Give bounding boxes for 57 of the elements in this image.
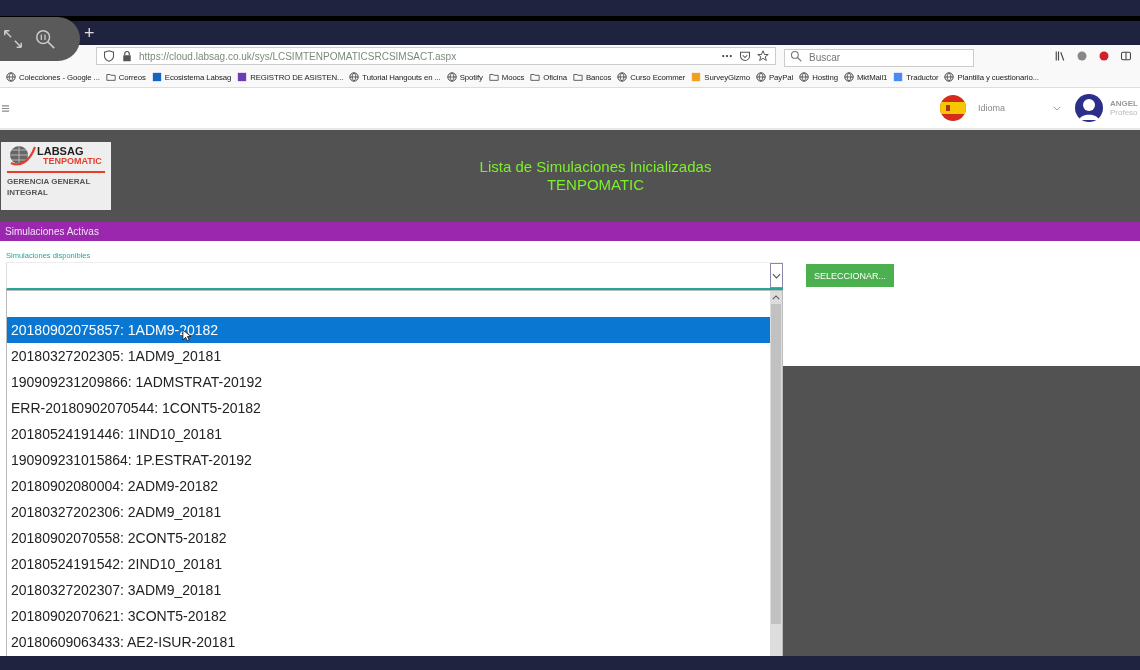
search-icon [790,50,802,62]
expand-icon[interactable] [2,28,24,50]
globe-icon [349,72,360,82]
folder-icon [105,72,116,82]
page-subtitle: TENPOMATIC [546,176,645,194]
dropdown-option[interactable]: 20180327202306: 2ADM9_20181 [7,499,770,525]
scrollbar[interactable] [770,291,782,656]
new-tab-button[interactable]: + [84,22,95,44]
globe-icon [617,72,628,82]
globe-icon [756,72,766,82]
globe-icon [843,72,854,82]
logo-product: TENPOMATIC [43,157,102,166]
simulation-select[interactable] [6,262,783,290]
globe-icon [7,145,37,167]
page-title: Lista de Simulaciones Inicializadas [479,158,712,176]
globe-icon [446,72,457,82]
dropdown-option[interactable]: 20180902080004: 2ADM9-20182 [7,473,770,499]
pocket-icon[interactable] [739,50,751,62]
folder-icon [488,72,499,82]
search-field[interactable]: Buscar [784,48,974,67]
dropdown-option[interactable]: 190909231015864: 1P.ESTRAT-20192 [7,447,770,473]
star-icon[interactable] [757,50,769,62]
globe-icon [6,72,16,82]
menu-icon[interactable] [2,104,9,112]
logo-brand: LABSAG [37,146,85,157]
dropdown-option[interactable]: 20180609063433: AE2-ISUR-20181 [7,629,770,655]
sidebar-icon[interactable] [1120,50,1132,62]
url-text: https://cloud.labsag.co.uk/sys/LCSIMTENPOMATICSRCSIMSACT.aspx [139,50,458,62]
dropdown-option[interactable]: 20180327202307: 3ADM9_20181 [7,577,770,603]
dropdown-option[interactable]: ERR-20180902070544: 1CONT5-20182 [7,395,770,421]
folder-icon [572,72,583,82]
user-name: ANGEL [1110,99,1139,108]
language-select[interactable]: Idioma [978,103,1053,113]
dropdown-option[interactable]: 20180327202305: 1ADM9_20181 [7,343,770,369]
address-bar[interactable]: https://cloud.labsag.co.uk/sys/LCSIMTENPOMATICSRCSIMSACT.aspx [96,47,776,65]
scroll-up-icon[interactable] [772,295,780,300]
avatar-icon[interactable] [1075,94,1103,122]
chevron-down-icon[interactable] [1053,105,1061,111]
dropdown-option[interactable]: 20180902070558: 2CONT5-20182 [7,525,770,551]
dropdown-option[interactable]: 20180524191446: 1IND10_20181 [7,421,770,447]
spain-flag-icon[interactable] [940,95,966,121]
shield-icon [103,50,115,62]
dropdown-option[interactable]: 20180524191542: 2IND10_20181 [7,551,770,577]
section-title: Simulaciones Activas [5,226,99,237]
dropdown-option[interactable]: 20180902070621: 3CONT5-20182 [7,603,770,629]
globe-icon [799,72,810,82]
extension-icon[interactable] [1076,50,1088,62]
user-role: Profeso [1110,108,1139,117]
record-icon[interactable] [1098,50,1110,62]
zoom-icon[interactable] [34,28,56,50]
lock-icon [121,50,133,62]
dropdown-option[interactable]: 20180902075857: 1ADM9-20182 [7,317,770,343]
globe-icon [944,72,955,82]
library-icon[interactable] [1054,50,1066,62]
dropdown-option[interactable]: 190909231209866: 1ADMSTRAT-20192 [7,369,770,395]
folder-icon [530,72,541,82]
logo-caption: GERENCIA GENERAL INTEGRAL [7,176,92,199]
